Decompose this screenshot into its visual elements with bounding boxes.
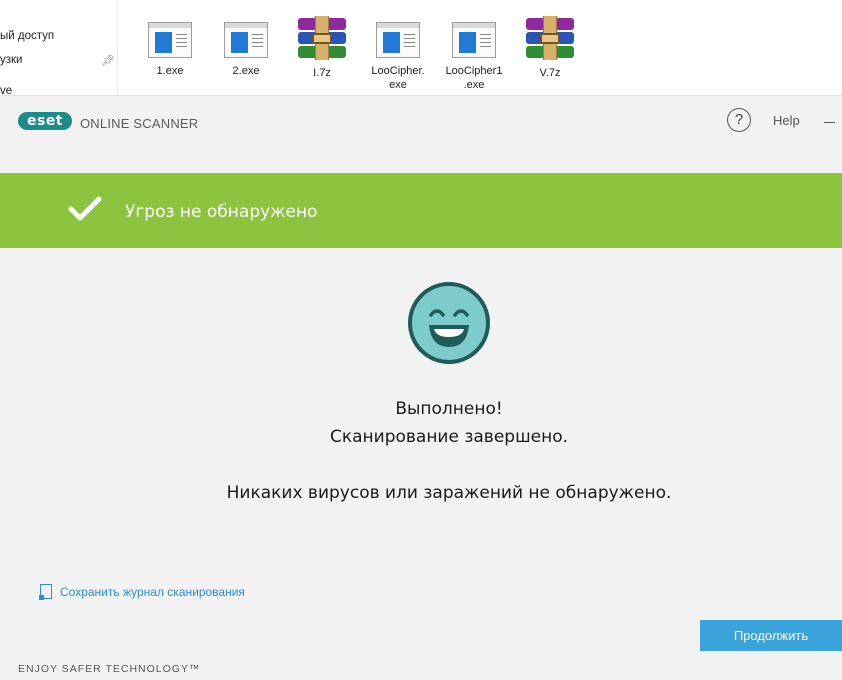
app-header: eset ONLINE SCANNER ? Help	[0, 96, 842, 173]
product-name: ONLINE SCANNER	[80, 116, 199, 131]
archive-file-icon	[526, 16, 574, 60]
file-item[interactable]: LooCipher. exe	[362, 16, 434, 92]
nav-item-quick-access[interactable]: ый доступ	[0, 30, 54, 42]
result-detail: Никаких вирусов или заражений не обнаруж…	[226, 483, 672, 503]
file-item[interactable]: 2.exe	[210, 16, 282, 78]
eset-logo: eset	[18, 112, 72, 130]
save-log-label: Сохранить журнал сканирования	[60, 584, 245, 599]
document-icon	[39, 584, 52, 600]
nav-item-downloads[interactable]: узки	[0, 54, 22, 66]
file-name: I.7z	[313, 67, 331, 79]
file-item[interactable]: LooCipher1 .exe	[438, 16, 510, 92]
exe-file-icon	[376, 22, 420, 58]
status-banner: Угроз не обнаружено	[0, 173, 842, 248]
help-link[interactable]: Help	[773, 113, 800, 128]
exe-file-icon	[148, 22, 192, 58]
file-name: LooCipher1 .exe	[445, 65, 503, 91]
result-title: Выполнено!	[395, 399, 503, 419]
minimize-icon[interactable]	[824, 122, 835, 123]
file-name: 2.exe	[232, 65, 260, 77]
status-text: Угроз не обнаружено	[125, 202, 318, 222]
file-item[interactable]: 1.exe	[134, 16, 206, 78]
continue-button[interactable]: Продолжить	[700, 620, 842, 651]
result-subtitle: Сканирование завершено.	[329, 427, 569, 447]
file-explorer-window: ый доступ узки 📌︎ ve 1.exe 2.exe I.7z Lo…	[0, 0, 842, 97]
help-icon[interactable]: ?	[727, 108, 751, 132]
archive-file-icon	[298, 16, 346, 60]
checkmark-icon	[68, 196, 102, 221]
file-item[interactable]: I.7z	[286, 16, 358, 80]
save-log-link[interactable]: Сохранить журнал сканирования	[39, 584, 245, 600]
exe-file-icon	[452, 22, 496, 58]
file-name: LooCipher. exe	[371, 65, 425, 91]
file-name: 1.exe	[156, 65, 184, 77]
exe-file-icon	[224, 22, 268, 58]
smiley-icon	[408, 282, 490, 364]
file-item[interactable]: V.7z	[514, 16, 586, 80]
file-name: V.7z	[539, 67, 561, 79]
footer-tagline: ENJOY SAFER TECHNOLOGY™	[18, 663, 201, 675]
pin-icon[interactable]: 📌︎	[101, 54, 115, 67]
explorer-nav-pane: ый доступ узки 📌︎ ve	[0, 0, 118, 97]
